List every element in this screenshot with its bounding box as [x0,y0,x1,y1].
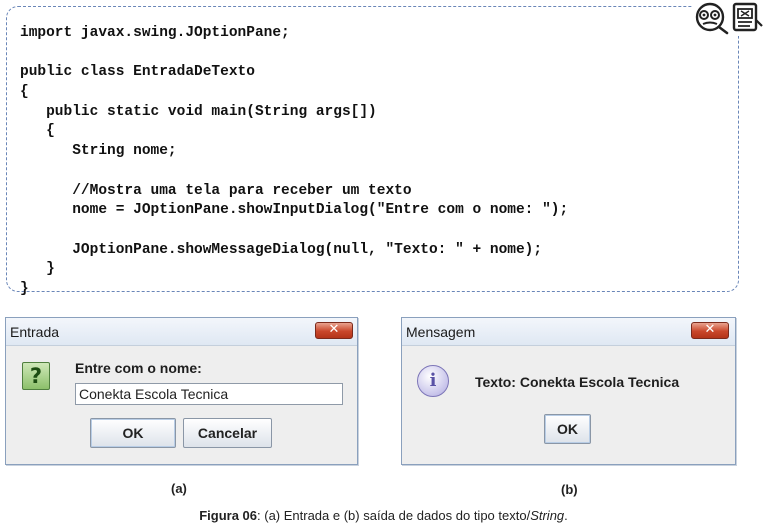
code-line: } [20,280,29,297]
code-listing: import javax.swing.JOptionPane; public cl… [20,24,568,300]
code-line: { [20,84,29,101]
code-line: public static void main(String args[]) [20,103,377,120]
code-line: { [20,123,55,140]
close-icon: ✕ [704,322,716,337]
close-button[interactable]: ✕ [315,322,353,339]
input-dialog-title: Entrada [10,324,60,340]
close-icon: ✕ [328,322,340,337]
document-icon [732,2,763,32]
message-dialog: Mensagem ✕ i Texto: Conekta Escola Tecni… [401,317,736,465]
corner-icons [692,0,764,36]
figure-text-end: . [564,508,568,523]
code-line: String nome; [20,143,177,160]
ok-button[interactable]: OK [544,414,591,444]
figure-text: : (a) Entrada e (b) saída de dados do ti… [257,508,531,523]
figure-label: Figura 06 [199,508,258,523]
name-input[interactable] [75,383,343,405]
input-dialog: Entrada ✕ ? Entre com o nome: OK Cancela… [5,317,358,465]
message-dialog-title: Mensagem [406,324,476,340]
message-text: Texto: Conekta Escola Tecnica [475,374,680,390]
code-line: //Mostra uma tela para receber um texto [20,182,412,199]
question-icon: ? [22,362,50,390]
nerd-face-icon [695,2,729,35]
caption-a: (a) [171,481,187,496]
message-dialog-titlebar[interactable]: Mensagem ✕ [402,318,735,346]
code-line: JOptionPane.showMessageDialog(null, "Tex… [20,241,543,258]
code-line: nome = JOptionPane.showInputDialog("Entr… [20,202,569,219]
info-icon: i [417,365,449,397]
code-line: import javax.swing.JOptionPane; [20,25,290,41]
close-button[interactable]: ✕ [691,322,729,339]
cancel-button[interactable]: Cancelar [183,418,272,448]
code-line: } [20,261,55,278]
input-prompt: Entre com o nome: [75,360,202,376]
figure-text-italic: String [530,508,565,523]
input-dialog-titlebar[interactable]: Entrada ✕ [6,318,357,346]
code-line: public class EntradaDeTexto [20,64,255,81]
figure-caption: Figura 06: (a) Entrada e (b) saída de da… [0,508,767,523]
caption-b: (b) [561,482,578,497]
ok-button[interactable]: OK [90,418,176,448]
